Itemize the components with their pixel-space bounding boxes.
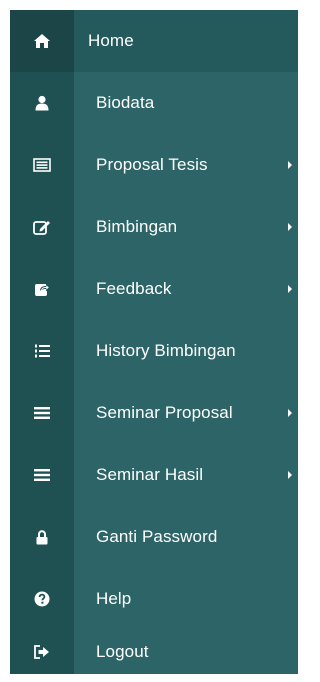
menu-item-label: Bimbingan: [96, 217, 178, 236]
sidebar-menu: Home Biodata Proposal Tesis Bimbingan Fe…: [10, 10, 298, 674]
chevron-right-icon: [288, 409, 292, 417]
user-icon: [10, 72, 74, 134]
menu-item-label: Seminar Proposal: [96, 403, 233, 422]
menu-item-feedback[interactable]: Feedback: [10, 258, 298, 320]
menu-item-label: Feedback: [96, 279, 172, 298]
sign-out-icon: [10, 630, 74, 674]
chevron-right-icon: [288, 223, 292, 231]
menu-item-home[interactable]: Home: [10, 10, 298, 72]
menu-item-label: Logout: [96, 642, 149, 661]
menu-item-help[interactable]: Help: [10, 568, 298, 630]
menu-item-label: Home: [88, 31, 134, 50]
home-icon: [10, 10, 74, 72]
menu-item-label: Proposal Tesis: [96, 155, 208, 174]
menu-item-biodata[interactable]: Biodata: [10, 72, 298, 134]
hamburger-icon: [10, 382, 74, 444]
menu-item-label: Biodata: [96, 93, 155, 112]
edit-icon: [10, 196, 74, 258]
menu-item-history-bimbingan[interactable]: History Bimbingan: [10, 320, 298, 382]
hamburger-icon: [10, 444, 74, 506]
question-icon: [10, 568, 74, 630]
ordered-list-icon: [10, 320, 74, 382]
menu-item-label: Ganti Password: [96, 527, 218, 546]
menu-item-ganti-password[interactable]: Ganti Password: [10, 506, 298, 568]
menu-item-label: Seminar Hasil: [96, 465, 204, 484]
lock-icon: [10, 506, 74, 568]
list-box-icon: [10, 134, 74, 196]
chevron-right-icon: [288, 161, 292, 169]
menu-item-label: Help: [96, 589, 132, 608]
menu-item-bimbingan[interactable]: Bimbingan: [10, 196, 298, 258]
share-icon: [10, 258, 74, 320]
menu-item-logout[interactable]: Logout: [10, 630, 298, 674]
menu-item-seminar-proposal[interactable]: Seminar Proposal: [10, 382, 298, 444]
menu-item-proposal-tesis[interactable]: Proposal Tesis: [10, 134, 298, 196]
menu-item-seminar-hasil[interactable]: Seminar Hasil: [10, 444, 298, 506]
chevron-right-icon: [288, 471, 292, 479]
chevron-right-icon: [288, 285, 292, 293]
menu-item-label: History Bimbingan: [96, 341, 236, 360]
